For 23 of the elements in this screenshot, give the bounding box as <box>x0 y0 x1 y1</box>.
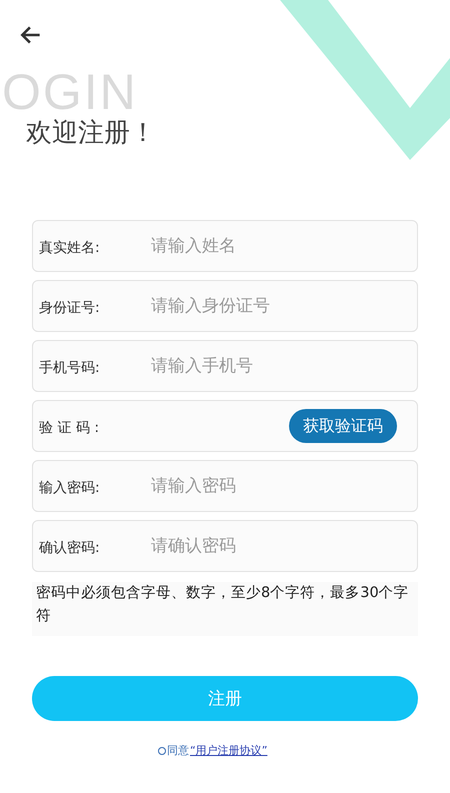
form-field[interactable]: 身份证号: 请输入身份证号 <box>32 280 418 332</box>
agreement-text: 同意 <box>167 743 189 758</box>
input-field[interactable]: 请输入手机号 <box>149 355 397 377</box>
code-field[interactable]: 验 证 码 : 获取验证码 <box>32 400 418 452</box>
get-code-button[interactable]: 获取验证码 <box>289 409 397 443</box>
form-field[interactable]: 确认密码: 请确认密码 <box>32 520 418 572</box>
field-label: 输入密码: <box>39 479 101 497</box>
input-field[interactable]: 请确认密码 <box>149 535 397 557</box>
agreement-link[interactable]: “用户注册协议” <box>190 743 268 758</box>
field-label: 验 证 码 : <box>39 419 100 437</box>
input-field[interactable]: 请输入身份证号 <box>149 295 397 317</box>
page-title: 欢迎注册！ <box>26 117 156 150</box>
input-field[interactable]: 请输入密码 <box>149 475 397 497</box>
field-label: 身份证号: <box>39 299 101 317</box>
field-label: 真实姓名: <box>39 239 101 257</box>
agreement-radio[interactable] <box>158 746 166 754</box>
form-field[interactable]: 输入密码: 请输入密码 <box>32 460 418 512</box>
input-field[interactable]: 请输入姓名 <box>149 235 397 257</box>
field-label: 确认密码: <box>39 539 101 557</box>
form-field[interactable]: 真实姓名: 请输入姓名 <box>32 220 418 272</box>
field-label: 手机号码: <box>39 359 101 377</box>
form-field[interactable]: 手机号码: 请输入手机号 <box>32 340 418 392</box>
password-hint: 密码中必须包含字母、数字，至少8个字符，最多30个字符 <box>32 582 418 636</box>
